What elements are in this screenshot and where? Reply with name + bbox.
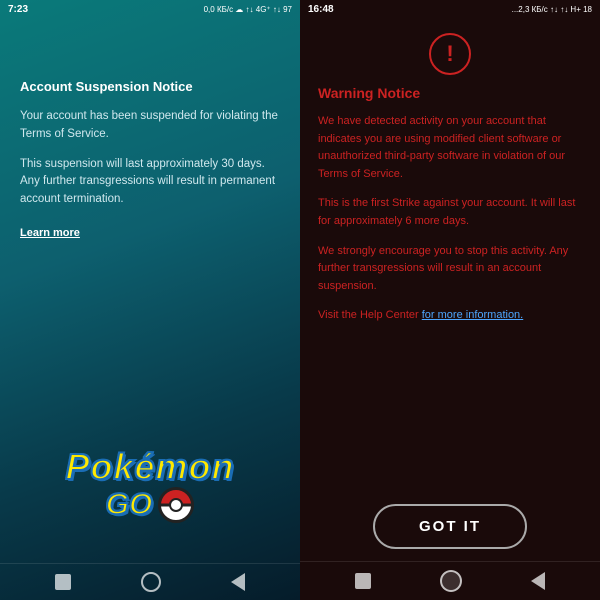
right-status-info: ...2,3 КБ/с ↑↓ ↑↓ H+ 18	[512, 5, 592, 14]
left-circle-nav-icon[interactable]	[141, 572, 161, 592]
right-nav-bar	[300, 561, 600, 600]
right-content: Warning Notice We have detected activity…	[300, 85, 600, 490]
warning-body3: We strongly encourage you to stop this a…	[318, 243, 582, 296]
right-status-bar: 16:48 ...2,3 КБ/с ↑↓ ↑↓ H+ 18	[300, 0, 600, 19]
left-status-bar: 7:23 0,0 КБ/с ☁ ↑↓ 4G⁺ ↑↓ 97	[0, 0, 300, 19]
warning-body4-prefix: Visit the Help Center	[318, 309, 422, 321]
learn-more-link[interactable]: Learn more	[20, 227, 280, 239]
go-area: GO	[106, 487, 195, 523]
suspension-body2: This suspension will last approximately …	[20, 156, 280, 209]
left-panel: 7:23 0,0 КБ/с ☁ ↑↓ 4G⁺ ↑↓ 97 Account Sus…	[0, 0, 300, 600]
help-center-link[interactable]: for more information.	[422, 309, 523, 321]
got-it-area: GOT IT	[300, 490, 600, 561]
right-triangle-nav-icon[interactable]	[531, 572, 545, 590]
warning-body4: Visit the Help Center for more informati…	[318, 307, 582, 325]
left-nav-bar	[0, 563, 300, 600]
left-triangle-nav-icon[interactable]	[231, 573, 245, 591]
right-time: 16:48	[308, 4, 334, 15]
right-square-nav-icon[interactable]	[355, 573, 371, 589]
warning-icon: !	[429, 33, 471, 75]
right-circle-nav-icon[interactable]	[440, 570, 462, 592]
pokemon-text: Pokémon	[65, 449, 234, 485]
warning-title: Warning Notice	[318, 85, 582, 101]
suspension-title: Account Suspension Notice	[20, 79, 280, 94]
right-panel: 16:48 ...2,3 КБ/с ↑↓ ↑↓ H+ 18 ! Warning …	[300, 0, 600, 600]
left-time: 7:23	[8, 4, 28, 15]
left-status-info: 0,0 КБ/с ☁ ↑↓ 4G⁺ ↑↓ 97	[204, 5, 292, 14]
got-it-button[interactable]: GOT IT	[373, 504, 527, 549]
warning-icon-area: !	[300, 19, 600, 85]
go-text: GO	[106, 488, 153, 522]
pokeball-icon	[158, 487, 194, 523]
left-content: Account Suspension Notice Your account h…	[0, 59, 300, 449]
left-square-nav-icon[interactable]	[55, 574, 71, 590]
suspension-body1: Your account has been suspended for viol…	[20, 108, 280, 144]
warning-body2: This is the first Strike against your ac…	[318, 195, 582, 230]
warning-body1: We have detected activity on your accoun…	[318, 113, 582, 183]
pokemon-logo-area: Pokémon GO	[0, 449, 300, 563]
